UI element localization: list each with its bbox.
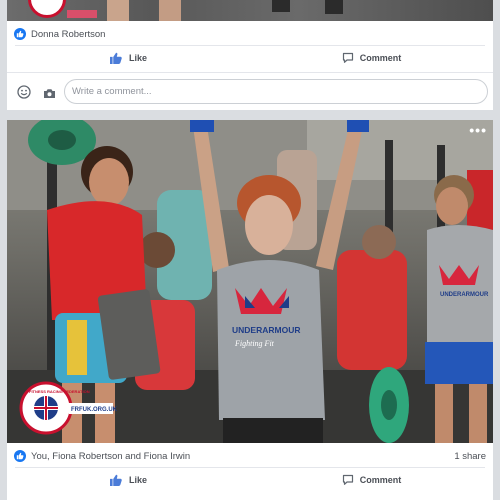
- shorts-pattern: [67, 320, 87, 375]
- window-light: [307, 120, 493, 180]
- comment-input[interactable]: Write a comment...: [64, 79, 488, 104]
- like-label: Like: [128, 475, 147, 485]
- previous-photo-scene: [67, 0, 343, 21]
- background-person-head: [362, 225, 396, 259]
- post-actions: Like Comment: [7, 46, 493, 70]
- shoe-shape: [67, 10, 97, 18]
- weight-plate-hub: [48, 130, 76, 150]
- like-reaction-icon: [14, 450, 26, 462]
- athlete-right-leg: [469, 384, 487, 443]
- camera-icon[interactable]: [43, 86, 56, 104]
- wristband: [347, 120, 369, 132]
- shoe-shape: [325, 0, 343, 14]
- weight-plate-hub: [381, 390, 397, 420]
- logo-url-text: FRFUK.ORG.UK: [71, 407, 118, 413]
- reactions-names[interactable]: Donna Robertson: [31, 29, 105, 40]
- shoe-shape: [272, 0, 290, 12]
- right-shirt-text: UNDERARMOUR: [440, 292, 489, 298]
- logo-ring-text: FITNESS RACING FEDERATION: [29, 389, 90, 394]
- thumbs-up-icon: [109, 474, 122, 486]
- comment-icon: [342, 52, 353, 63]
- previous-post-photo: [7, 0, 493, 21]
- legs-shape: [107, 0, 129, 21]
- comment-button[interactable]: Comment: [250, 474, 493, 486]
- background-person-head: [139, 232, 175, 268]
- athlete-face: [245, 195, 293, 255]
- more-options-icon[interactable]: •••: [469, 123, 487, 137]
- shirt-brand-text: UNDERARMOUR: [232, 325, 300, 335]
- athlete-right-face: [436, 187, 468, 225]
- legs-shape: [159, 0, 181, 21]
- wristband: [190, 120, 214, 132]
- like-reaction-icon: [14, 28, 26, 40]
- thumbs-up-icon: [109, 52, 122, 64]
- shirt-slogan-text: Fighting Fit: [234, 339, 275, 348]
- reactions-names[interactable]: You, Fiona Robertson and Fiona Irwin: [31, 451, 190, 462]
- post-card: UNDERARMOUR UNDERARMOUR Fighting Fit FIT…: [7, 120, 493, 500]
- athlete-left-face: [89, 158, 129, 206]
- post-actions: Like Comment: [7, 468, 493, 492]
- athlete-right-leg: [435, 384, 453, 443]
- like-button[interactable]: Like: [7, 474, 250, 486]
- gym-photo-scene: UNDERARMOUR UNDERARMOUR Fighting Fit FIT…: [7, 120, 493, 443]
- post-photo[interactable]: UNDERARMOUR UNDERARMOUR Fighting Fit FIT…: [7, 120, 493, 443]
- comment-button[interactable]: Comment: [250, 52, 493, 64]
- like-label: Like: [128, 53, 147, 63]
- previous-post-card: Donna Robertson Like Comment Write a com…: [7, 0, 493, 110]
- comment-label: Comment: [359, 475, 402, 485]
- background-person: [337, 250, 407, 370]
- athlete-shorts: [223, 418, 323, 443]
- comment-icon: [342, 474, 353, 485]
- comment-composer: Write a comment...: [7, 72, 493, 111]
- reactions-row[interactable]: Donna Robertson: [7, 22, 493, 46]
- emoji-icon[interactable]: [17, 85, 31, 104]
- share-count[interactable]: 1 share: [454, 451, 486, 462]
- like-button[interactable]: Like: [7, 52, 250, 64]
- comment-label: Comment: [359, 53, 402, 63]
- reactions-row[interactable]: You, Fiona Robertson and Fiona Irwin 1 s…: [7, 444, 493, 468]
- athlete-right-shorts: [425, 342, 493, 384]
